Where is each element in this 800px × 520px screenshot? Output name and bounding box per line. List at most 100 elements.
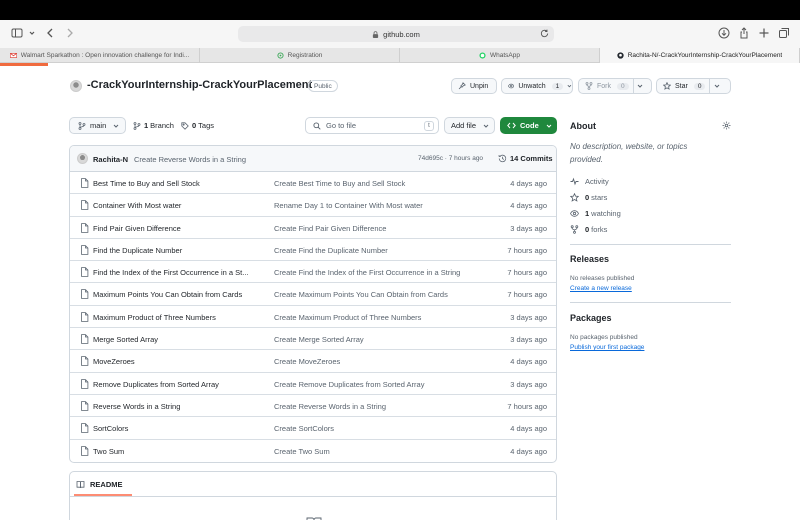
tab-github-repo[interactable]: Rachita-N/-CrackYourInternship-CrackYour… [600,48,800,63]
file-age: 3 days ago [510,379,547,389]
file-name[interactable]: MoveZeroes [93,357,261,366]
address-bar[interactable]: github.com [238,26,554,42]
file-name[interactable]: Maximum Points You Can Obtain from Cards [93,290,261,299]
file-age: 4 days ago [510,357,547,367]
file-name[interactable]: Find the Duplicate Number [93,246,261,255]
file-name[interactable]: Two Sum [93,447,261,456]
file-name[interactable]: SortColors [93,424,261,433]
file-commit-message[interactable]: Create Two Sum [274,447,484,456]
file-row[interactable]: Find the Duplicate Number Create Find the… [70,239,556,262]
file-commit-message[interactable]: Create Maximum Product of Three Numbers [274,313,484,322]
whatsapp-icon [479,52,486,59]
file-row[interactable]: SortColors Create SortColors 4 days ago [70,417,556,440]
file-icon [81,267,89,277]
file-commit-message[interactable]: Create Find Pair Given Difference [274,224,484,233]
activity-link[interactable]: Activity [570,177,609,186]
file-name[interactable]: Remove Duplicates from Sorted Array [93,380,261,389]
gear-icon[interactable] [722,121,731,130]
new-tab-icon[interactable] [757,26,771,40]
file-name[interactable]: Container With Most water [93,201,261,210]
file-row[interactable]: Maximum Points You Can Obtain from Cards… [70,283,556,306]
file-row[interactable]: Maximum Product of Three Numbers Create M… [70,306,556,329]
eye-icon [570,210,579,217]
file-commit-message[interactable]: Create Reverse Words in a String [274,402,484,411]
file-icon [81,445,89,456]
publish-package-link[interactable]: Publish your first package [570,344,644,351]
page-load-progress [0,63,48,66]
commit-message[interactable]: Create Reverse Words in a String [134,155,246,164]
gmail-icon [9,53,17,58]
file-commit-message[interactable]: Create Find the Duplicate Number [274,246,484,255]
star-button[interactable]: Star 0 [656,78,731,94]
packages-heading[interactable]: Packages [570,313,612,323]
file-row[interactable]: Remove Duplicates from Sorted Array Creat… [70,373,556,395]
file-row[interactable]: Merge Sorted Array Create Merge Sorted Ar… [70,328,556,351]
file-commit-message[interactable]: Create MoveZeroes [274,357,484,366]
branches-link[interactable]: 1 Branch [133,121,174,130]
chevron-down-icon [113,124,119,128]
file-name[interactable]: Best Time to Buy and Sell Stock [93,179,261,188]
create-release-link[interactable]: Create a new release [570,285,632,292]
stars-link[interactable]: 0 stars [570,193,607,202]
owner-avatar[interactable] [70,80,82,92]
file-row[interactable]: Find the Index of the First Occurrence i… [70,261,556,284]
branch-selector[interactable]: main [69,117,126,134]
unwatch-button[interactable]: Unwatch 1 [501,78,573,94]
file-row[interactable]: Best Time to Buy and Sell Stock Create Be… [70,172,556,195]
tab-overview-icon[interactable] [777,26,791,40]
add-file-button[interactable]: Add file [444,117,495,134]
file-row[interactable]: MoveZeroes Create MoveZeroes 4 days ago [70,350,556,373]
file-age: 4 days ago [510,201,547,211]
file-commit-message[interactable]: Create Remove Duplicates from Sorted Arr… [274,380,484,389]
fork-menu-button[interactable] [632,79,647,93]
file-name[interactable]: Reverse Words in a String [93,402,261,411]
file-icon [81,423,89,434]
file-icon [81,200,89,211]
repo-name[interactable]: -CrackYourInternship-CrackYourPlacement [87,79,312,91]
star-menu-button[interactable] [709,79,723,93]
reload-icon[interactable] [539,28,550,39]
forks-link[interactable]: 0 forks [570,225,607,234]
back-icon[interactable] [43,26,57,40]
share-icon[interactable] [737,26,751,40]
file-icon [81,222,89,233]
tags-link[interactable]: 0 Tags [181,121,214,130]
download-icon[interactable] [717,26,731,40]
file-row[interactable]: Two Sum Create Two Sum 4 days ago [70,440,556,462]
branch-icon [133,121,141,130]
file-row[interactable]: Reverse Words in a String Create Reverse … [70,395,556,418]
commit-author[interactable]: Rachita-N [93,155,128,164]
file-commit-message[interactable]: Create Find the Index of the First Occur… [274,268,484,277]
file-row[interactable]: Find Pair Given Difference Create Find Pa… [70,217,556,239]
commit-sha-time[interactable]: 74d695c · 7 hours ago [418,155,483,162]
tab-walmart[interactable]: Walmart Sparkathon : Open innovation cha… [0,48,200,63]
file-row[interactable]: Container With Most water Rename Day 1 to… [70,194,556,217]
file-commit-message[interactable]: Create Maximum Points You Can Obtain fro… [274,290,484,299]
file-commit-message[interactable]: Create Best Time to Buy and Sell Stock [274,179,484,188]
readme-tab[interactable]: README [76,480,123,489]
file-name[interactable]: Maximum Product of Three Numbers [93,313,261,322]
sidebar-toggle-icon[interactable] [10,26,24,40]
releases-heading[interactable]: Releases [570,254,609,264]
forward-icon[interactable] [63,26,77,40]
go-to-file-input[interactable]: Go to file t [305,117,439,134]
file-commit-message[interactable]: Create Merge Sorted Array [274,335,484,344]
file-name[interactable]: Find Pair Given Difference [93,224,261,233]
tab-whatsapp[interactable]: WhatsApp [400,48,600,63]
file-name[interactable]: Find the Index of the First Occurrence i… [93,268,261,277]
fork-button[interactable]: Fork 0 [578,78,652,94]
chevron-down-icon[interactable] [25,26,39,40]
file-age: 7 hours ago [507,401,547,411]
tab-registration[interactable]: Registration [200,48,400,63]
file-commit-message[interactable]: Rename Day 1 to Container With Most wate… [274,201,484,210]
code-button[interactable]: Code [500,117,557,134]
pulse-icon [570,177,579,186]
file-name[interactable]: Merge Sorted Array [93,335,261,344]
watching-link[interactable]: 1 watching [570,209,621,218]
about-heading: About [570,121,596,131]
unpin-button[interactable]: Unpin [451,78,497,94]
commits-link[interactable]: 14 Commits [498,154,553,163]
file-commit-message[interactable]: Create SortColors [274,424,484,433]
author-avatar[interactable] [77,153,88,164]
file-age: 7 hours ago [507,268,547,278]
